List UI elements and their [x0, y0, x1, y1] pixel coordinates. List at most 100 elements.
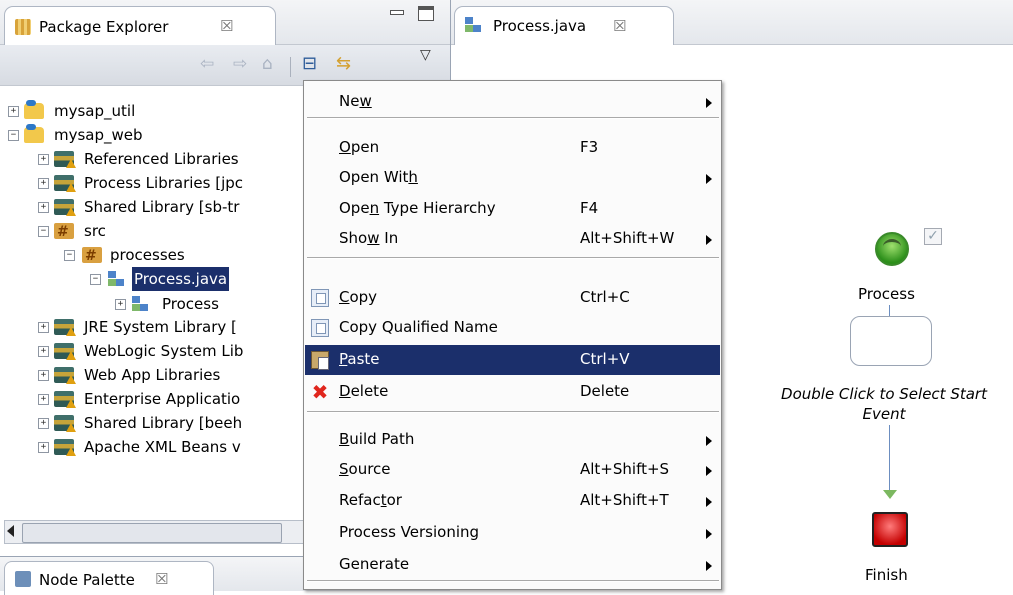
expand-icon[interactable]: +	[38, 418, 49, 429]
expand-icon[interactable]: +	[38, 322, 49, 333]
expand-icon[interactable]: +	[38, 346, 49, 357]
start-node-placeholder[interactable]	[850, 316, 932, 366]
collapse-all-icon[interactable]: ⊟	[302, 53, 317, 74]
expand-icon[interactable]: +	[38, 202, 49, 213]
menu-paste[interactable]: Paste Ctrl+V	[305, 345, 720, 375]
menu-item-label: Open	[339, 138, 379, 156]
menu-open[interactable]: Open F3	[305, 133, 720, 163]
finish-event-node[interactable]	[872, 512, 908, 547]
menu-mnemonic: w	[359, 92, 372, 110]
start-event-node[interactable]	[875, 232, 909, 266]
submenu-arrow-icon	[706, 436, 712, 446]
home-icon[interactable]: ⌂	[262, 54, 273, 74]
library-icon	[54, 199, 76, 216]
package-explorer-tab-bar: Package Explorer ☒	[0, 0, 450, 50]
menu-item-label: Paste	[339, 350, 380, 368]
close-icon[interactable]: ☒	[220, 17, 233, 35]
collapse-icon[interactable]: −	[90, 274, 101, 285]
process-file-icon	[465, 17, 483, 33]
menu-copy[interactable]: Copy Ctrl+C	[305, 283, 720, 313]
checkbox-icon[interactable]: ✓	[924, 228, 942, 245]
forward-arrow-icon[interactable]: ⇨	[233, 54, 247, 74]
collapse-icon[interactable]: −	[64, 250, 75, 261]
collapse-icon[interactable]: −	[38, 226, 49, 237]
menu-label-text: Type Hierarchy	[379, 199, 496, 217]
scrollbar-thumb[interactable]	[22, 523, 282, 543]
menu-label-text: ource	[348, 460, 391, 478]
library-icon	[54, 319, 76, 336]
menu-shortcut: Delete	[580, 382, 630, 400]
menu-mnemonic: O	[339, 138, 351, 156]
back-arrow-icon[interactable]: ⇦	[200, 54, 214, 74]
menu-shortcut: Ctrl+V	[580, 350, 630, 368]
menu-mnemonic: C	[339, 288, 350, 306]
menu-show-in[interactable]: Show In Alt+Shift+W	[305, 224, 720, 254]
expand-icon[interactable]: +	[115, 299, 126, 310]
project-icon	[24, 100, 44, 119]
menu-new[interactable]: New	[305, 87, 720, 117]
menu-delete[interactable]: ✖ Delete Delete	[305, 377, 720, 407]
view-menu-icon[interactable]: ▽	[420, 47, 431, 63]
node-palette-icon	[15, 571, 31, 587]
source-folder-icon	[54, 220, 74, 244]
menu-copy-qualified-name[interactable]: Copy Qualified Name	[305, 313, 720, 343]
tree-item-label: mysap_util	[54, 102, 136, 120]
close-icon[interactable]: ☒	[155, 570, 168, 588]
expand-icon[interactable]: +	[38, 394, 49, 405]
tree-item-label: processes	[110, 246, 185, 264]
menu-label-text: Open Wit	[339, 168, 409, 186]
tree-item-label: Process.java	[132, 267, 230, 291]
menu-shortcut: F3	[580, 138, 599, 156]
menu-process-versioning[interactable]: Process Versioning	[305, 518, 720, 548]
submenu-arrow-icon	[706, 98, 712, 108]
submenu-arrow-icon	[706, 235, 712, 245]
expand-icon[interactable]: +	[38, 370, 49, 381]
menu-generate[interactable]: Generate	[305, 550, 720, 580]
menu-build-path[interactable]: Build Path	[305, 425, 720, 455]
copy-qualified-name-icon	[311, 319, 329, 337]
close-icon[interactable]: ☒	[613, 17, 626, 35]
tree-item-label: src	[84, 222, 106, 240]
tree-item-label: Enterprise Applicatio	[84, 390, 241, 408]
menu-label-text: aste	[347, 350, 380, 368]
expand-icon[interactable]: +	[8, 106, 19, 117]
context-menu: New Open F3 Open With Open Type Hierarchy F4 S…	[303, 80, 722, 590]
maximize-icon[interactable]	[418, 6, 434, 21]
submenu-arrow-icon	[706, 466, 712, 476]
menu-open-with[interactable]: Open With	[305, 163, 720, 193]
expand-icon[interactable]: +	[38, 442, 49, 453]
submenu-arrow-icon	[706, 497, 712, 507]
delete-icon: ✖	[311, 380, 329, 404]
link-with-editor-icon[interactable]: ⇆	[336, 53, 351, 74]
hint-line-1: Double Click to Select Start	[781, 385, 987, 403]
menu-label-text: opy	[349, 288, 378, 306]
menu-item-label: Generate	[339, 555, 409, 573]
scroll-left-arrow-icon[interactable]	[7, 525, 14, 537]
menu-open-type-hierarchy[interactable]: Open Type Hierarchy F4	[305, 194, 720, 224]
editor-tab-process-java[interactable]: Process.java ☒	[454, 6, 674, 45]
menu-shortcut: Ctrl+C	[580, 288, 630, 306]
menu-mnemonic: n	[369, 199, 380, 217]
minimize-icon[interactable]	[387, 4, 405, 18]
menu-item-label: Refactor	[339, 491, 402, 509]
menu-item-label: Copy Qualified Name	[339, 318, 498, 336]
tree-item-label: Apache XML Beans v	[84, 438, 241, 456]
expand-icon[interactable]: +	[38, 178, 49, 189]
menu-item-label: Copy	[339, 288, 377, 306]
paste-icon	[311, 351, 329, 370]
package-explorer-tab[interactable]: Package Explorer ☒	[4, 6, 276, 50]
menu-mnemonic: B	[339, 430, 350, 448]
menu-refactor[interactable]: Refactor Alt+Shift+T	[305, 486, 720, 516]
menu-label-text: Generate	[339, 555, 410, 573]
tree-item-label: Process Libraries [jpc	[84, 174, 244, 192]
menu-label-text: Ne	[339, 92, 360, 110]
menu-source[interactable]: Source Alt+Shift+S	[305, 455, 720, 485]
expand-icon[interactable]: +	[38, 154, 49, 165]
collapse-icon[interactable]: −	[8, 130, 19, 141]
library-icon	[54, 151, 76, 168]
menu-label-text: or	[386, 491, 402, 509]
connector-arrow-icon	[883, 490, 897, 499]
menu-label-text: Copy Qualified Name	[339, 318, 498, 336]
package-explorer-tab-label: Package Explorer	[39, 18, 169, 36]
menu-item-label: Show In	[339, 229, 398, 247]
